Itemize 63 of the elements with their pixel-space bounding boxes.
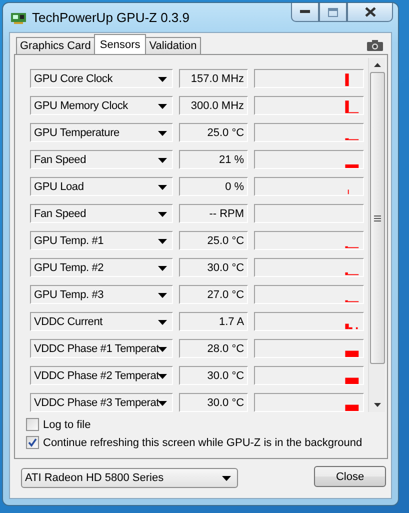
caret-icon bbox=[158, 185, 167, 190]
sensor-dropdown[interactable]: GPU Temperature bbox=[30, 123, 173, 142]
caret-icon bbox=[158, 77, 167, 82]
checkbox-label: Continue refreshing this screen while GPU-Z is in the background bbox=[43, 436, 362, 448]
caret-icon bbox=[158, 239, 167, 244]
graphics-card-icon bbox=[11, 12, 26, 24]
checkbox[interactable] bbox=[26, 436, 39, 449]
scroll-down-icon[interactable] bbox=[374, 403, 380, 407]
sensor-dropdown[interactable]: GPU Load bbox=[30, 177, 173, 196]
sensor-value: 25.0 °C bbox=[178, 231, 248, 250]
sensor-value: 157.0 MHz bbox=[178, 69, 248, 88]
scroll-up-icon[interactable] bbox=[374, 63, 380, 67]
sensor-dropdown[interactable]: VDDC Phase #1 Temperat bbox=[30, 339, 173, 358]
close-button[interactable] bbox=[347, 3, 393, 22]
scrollbar[interactable] bbox=[368, 58, 385, 412]
maximize-icon bbox=[328, 8, 338, 16]
window-title: TechPowerUp GPU-Z 0.3.9 bbox=[32, 10, 191, 25]
sensor-dropdown[interactable]: GPU Memory Clock bbox=[30, 96, 173, 115]
sensor-value: 25.0 °C bbox=[178, 123, 248, 142]
sensor-dropdown[interactable]: VDDC Phase #3 Temperat bbox=[30, 393, 173, 412]
sensor-dropdown[interactable]: GPU Temp. #1 bbox=[30, 231, 173, 250]
caret-icon bbox=[158, 158, 167, 163]
checkbox-label: Log to file bbox=[43, 418, 91, 430]
sensor-dropdown[interactable]: GPU Core Clock bbox=[30, 69, 173, 88]
sensor-value: 30.0 °C bbox=[178, 366, 248, 385]
caret-icon bbox=[158, 347, 167, 352]
sensor-value: 30.0 °C bbox=[178, 258, 248, 277]
checkbox[interactable] bbox=[26, 418, 39, 431]
caret-icon bbox=[158, 320, 167, 325]
sensor-value: 300.0 MHz bbox=[178, 96, 248, 115]
sensor-value: 27.0 °C bbox=[178, 285, 248, 304]
caret-icon bbox=[222, 476, 231, 480]
sensor-dropdown[interactable]: Fan Speed bbox=[30, 204, 173, 223]
tab[interactable]: Validation bbox=[145, 37, 201, 54]
camera-icon[interactable] bbox=[367, 40, 383, 51]
minimize-button[interactable] bbox=[291, 3, 319, 22]
sensor-dropdown[interactable]: VDDC Phase #2 Temperat bbox=[30, 366, 173, 385]
caret-icon bbox=[158, 293, 167, 298]
maximize-button[interactable] bbox=[319, 3, 347, 22]
caret-icon bbox=[158, 374, 167, 379]
sensor-value: 28.0 °C bbox=[178, 339, 248, 358]
tab[interactable]: Graphics Card bbox=[16, 37, 95, 54]
check-icon bbox=[28, 438, 37, 447]
sensor-value: 1.7 A bbox=[178, 312, 248, 331]
sensor-value: 30.0 °C bbox=[178, 393, 248, 412]
caret-icon bbox=[158, 131, 167, 136]
minimize-icon bbox=[300, 10, 310, 14]
sensor-dropdown[interactable]: GPU Temp. #2 bbox=[30, 258, 173, 277]
device-dropdown[interactable]: ATI Radeon HD 5800 Series bbox=[21, 468, 238, 488]
sensor-dropdown[interactable]: Fan Speed bbox=[30, 150, 173, 169]
caret-icon bbox=[158, 266, 167, 271]
close-button[interactable]: Close bbox=[314, 466, 386, 487]
sensor-value: 0 % bbox=[178, 177, 248, 196]
caret-icon bbox=[158, 212, 167, 217]
sensor-dropdown[interactable]: VDDC Current bbox=[30, 312, 173, 331]
grip-icon bbox=[374, 214, 380, 222]
tab[interactable]: Sensors bbox=[94, 34, 146, 54]
caret-icon bbox=[158, 401, 167, 406]
caret-icon bbox=[158, 104, 167, 109]
sensor-dropdown[interactable]: GPU Temp. #3 bbox=[30, 285, 173, 304]
sensor-value: -- RPM bbox=[178, 204, 248, 223]
close-icon bbox=[364, 7, 376, 17]
sensor-value: 21 % bbox=[178, 150, 248, 169]
